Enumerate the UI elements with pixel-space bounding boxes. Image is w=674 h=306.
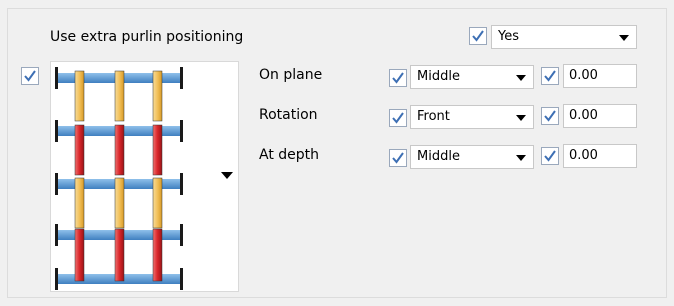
at-depth-label: At depth <box>259 147 320 163</box>
chevron-down-icon <box>516 155 526 161</box>
extra-purlin-dropdown[interactable]: Yes <box>491 25 637 49</box>
layout-picker-checkbox[interactable] <box>21 67 39 85</box>
on-plane-offset-value: 0.00 <box>569 68 598 83</box>
checkmark-icon <box>544 70 556 82</box>
at-depth-offset-value: 0.00 <box>569 148 598 163</box>
chevron-down-icon <box>619 35 629 41</box>
rotation-offset-input[interactable]: 0.00 <box>563 104 637 128</box>
rotation-option-checkbox[interactable] <box>389 109 407 127</box>
rotation-value: Front <box>417 109 450 124</box>
rotation-dropdown[interactable]: Front <box>410 105 534 129</box>
rotation-offset-value: 0.00 <box>569 108 598 123</box>
checkmark-icon <box>392 152 404 164</box>
purlin-layout-icon <box>55 67 183 290</box>
chevron-down-icon <box>221 172 233 179</box>
on-plane-option-checkbox[interactable] <box>389 69 407 87</box>
at-depth-offset-input[interactable]: 0.00 <box>563 144 637 168</box>
on-plane-offset-checkbox[interactable] <box>541 67 559 85</box>
on-plane-offset-input[interactable]: 0.00 <box>563 64 637 88</box>
at-depth-value: Middle <box>417 149 460 164</box>
at-depth-offset-checkbox[interactable] <box>541 147 559 165</box>
checkmark-icon <box>472 30 484 42</box>
on-plane-value: Middle <box>417 69 460 84</box>
extra-purlin-checkbox[interactable] <box>469 27 487 45</box>
extra-purlin-value: Yes <box>498 29 519 44</box>
rotation-label: Rotation <box>259 107 318 123</box>
chevron-down-icon <box>516 115 526 121</box>
checkmark-icon <box>544 110 556 122</box>
chevron-down-icon <box>516 75 526 81</box>
checkmark-icon <box>392 72 404 84</box>
purlin-layout-picker[interactable] <box>50 61 239 292</box>
checkmark-icon <box>24 70 36 82</box>
rotation-offset-checkbox[interactable] <box>541 107 559 125</box>
at-depth-option-checkbox[interactable] <box>389 149 407 167</box>
checkmark-icon <box>544 150 556 162</box>
checkmark-icon <box>392 112 404 124</box>
at-depth-dropdown[interactable]: Middle <box>410 145 534 169</box>
on-plane-dropdown[interactable]: Middle <box>410 65 534 89</box>
extra-purlin-label: Use extra purlin positioning <box>50 29 244 45</box>
on-plane-label: On plane <box>259 67 323 83</box>
